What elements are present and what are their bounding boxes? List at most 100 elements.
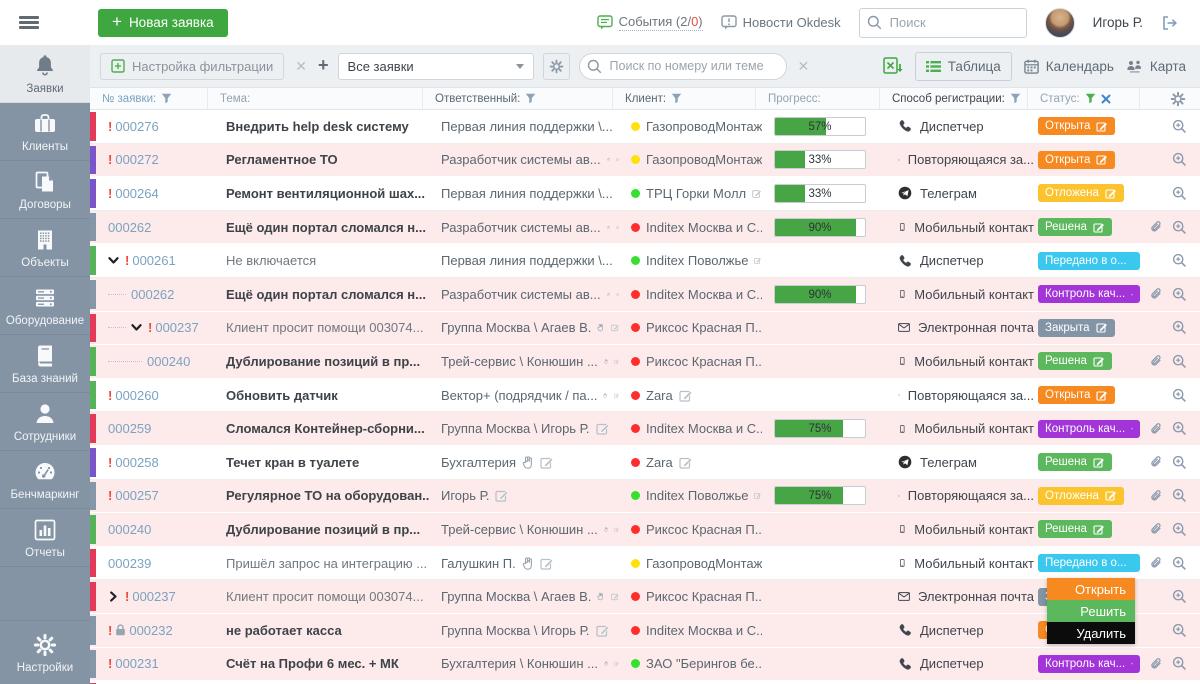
edit-icon[interactable] bbox=[1093, 356, 1105, 367]
edit-icon[interactable] bbox=[1096, 322, 1108, 333]
sidebar-item-2[interactable]: Клиенты bbox=[0, 103, 90, 161]
add-preset-icon[interactable]: + bbox=[318, 56, 329, 74]
quick-view-icon[interactable] bbox=[1172, 253, 1187, 268]
table-row[interactable]: 000259Сломался Контейнер-сборни...Группа… bbox=[90, 412, 1200, 446]
quick-view-icon[interactable] bbox=[1172, 421, 1187, 436]
quick-view-button[interactable] bbox=[1172, 522, 1187, 537]
status-badge[interactable]: Передано в о... bbox=[1038, 252, 1140, 270]
table-row[interactable]: !000258Течет кран в туалетеБухгалтерияZa… bbox=[90, 446, 1200, 480]
table-row[interactable]: !000276Внедрить help desk системуПервая … bbox=[90, 110, 1200, 144]
paperclip-icon[interactable] bbox=[1149, 489, 1163, 503]
table-settings-button[interactable] bbox=[1170, 91, 1200, 107]
filter-settings-button[interactable]: Настройка фильтрации bbox=[100, 53, 284, 80]
status-badge[interactable]: Контроль кач... bbox=[1038, 655, 1140, 673]
funnel-filter-icon[interactable] bbox=[161, 93, 172, 104]
paperclip-icon[interactable] bbox=[1149, 556, 1163, 570]
paperclip-icon[interactable] bbox=[1149, 220, 1163, 234]
quick-view-button[interactable] bbox=[1172, 556, 1187, 571]
clear-filter-icon[interactable] bbox=[1101, 94, 1111, 104]
context-menu-item[interactable]: Решить bbox=[1047, 600, 1135, 622]
logout-icon[interactable] bbox=[1161, 15, 1178, 31]
status-badge[interactable]: Закрыта bbox=[1038, 319, 1115, 337]
paperclip-icon[interactable] bbox=[1149, 287, 1163, 301]
user-avatar[interactable] bbox=[1045, 8, 1075, 38]
ticket-number-link[interactable]: 000237 bbox=[155, 320, 198, 335]
status-badge[interactable]: Передано в о... bbox=[1038, 554, 1140, 572]
sidebar-item-1[interactable]: Заявки bbox=[0, 45, 90, 103]
edit-icon[interactable] bbox=[611, 590, 619, 603]
edit-icon[interactable] bbox=[1096, 390, 1108, 401]
table-row[interactable]: !000260Обновить датчикВектор+ (подрядчик… bbox=[90, 379, 1200, 413]
ticket-number-link[interactable]: 000262 bbox=[131, 287, 174, 302]
status-badge[interactable]: Решена bbox=[1038, 218, 1112, 236]
attachment-indicator[interactable] bbox=[1149, 657, 1163, 671]
status-badge[interactable]: Открыта bbox=[1038, 151, 1115, 169]
edit-icon[interactable] bbox=[540, 557, 554, 570]
quick-view-icon[interactable] bbox=[1172, 522, 1187, 537]
quick-view-icon[interactable] bbox=[1172, 220, 1187, 235]
quick-view-button[interactable] bbox=[1172, 287, 1187, 302]
funnel-filter-icon[interactable] bbox=[671, 93, 682, 104]
sidebar-item-6[interactable]: База знаний bbox=[0, 335, 90, 393]
ticket-number-link[interactable]: 000240 bbox=[147, 354, 190, 369]
table-row[interactable]: 000262Ещё один портал сломался н...Разра… bbox=[90, 278, 1200, 312]
attachment-indicator[interactable] bbox=[1149, 522, 1163, 536]
expand-collapse-icon[interactable] bbox=[108, 591, 119, 602]
attachment-indicator[interactable] bbox=[1149, 354, 1163, 368]
quick-view-button[interactable] bbox=[1172, 220, 1187, 235]
quick-view-button[interactable] bbox=[1172, 623, 1187, 638]
quick-view-button[interactable] bbox=[1172, 253, 1187, 268]
status-badge[interactable]: Контроль кач... bbox=[1038, 285, 1140, 303]
edit-icon[interactable] bbox=[1096, 154, 1108, 165]
table-row[interactable]: !000237Клиент просит помощи 003074...Гру… bbox=[90, 580, 1200, 614]
edit-icon[interactable] bbox=[752, 187, 762, 200]
table-row[interactable]: !000257Регулярное ТО на оборудован...Иго… bbox=[90, 480, 1200, 514]
ticket-number-link[interactable]: 000258 bbox=[115, 455, 158, 470]
quick-view-icon[interactable] bbox=[1172, 455, 1187, 470]
quick-view-icon[interactable] bbox=[1172, 354, 1187, 369]
table-row[interactable]: 000262Ещё один портал сломался н...Разра… bbox=[90, 211, 1200, 245]
quick-view-icon[interactable] bbox=[1172, 589, 1187, 604]
status-badge[interactable]: Контроль кач... bbox=[1038, 420, 1140, 438]
edit-icon[interactable] bbox=[1096, 121, 1108, 132]
ticket-number-link[interactable]: 000240 bbox=[108, 522, 151, 537]
user-name[interactable]: Игорь Р. bbox=[1093, 15, 1143, 30]
events-link[interactable]: События (2/0) bbox=[597, 14, 703, 31]
excel-export-icon[interactable] bbox=[883, 57, 903, 75]
table-row[interactable]: !000237Клиент просит помощи 003074...Гру… bbox=[90, 312, 1200, 346]
quick-view-icon[interactable] bbox=[1172, 556, 1187, 571]
ticket-number-link[interactable]: 000261 bbox=[132, 253, 175, 268]
edit-icon[interactable] bbox=[754, 254, 762, 267]
table-row[interactable]: !000261Не включаетсяПервая линия поддерж… bbox=[90, 244, 1200, 278]
ticket-search-input[interactable] bbox=[579, 53, 787, 80]
edit-icon[interactable] bbox=[1131, 658, 1133, 669]
attachment-indicator[interactable] bbox=[1149, 455, 1163, 469]
quick-view-icon[interactable] bbox=[1172, 656, 1187, 671]
table-row[interactable]: 000240Дублирование позиций в пр...Трей-с… bbox=[90, 513, 1200, 547]
ticket-number-link[interactable]: 000257 bbox=[115, 488, 158, 503]
quick-view-icon[interactable] bbox=[1172, 320, 1187, 335]
quick-view-icon[interactable] bbox=[1172, 388, 1187, 403]
edit-icon[interactable] bbox=[1093, 457, 1105, 468]
paperclip-icon[interactable] bbox=[1149, 657, 1163, 671]
quick-view-icon[interactable] bbox=[1172, 119, 1187, 134]
paperclip-icon[interactable] bbox=[1149, 354, 1163, 368]
ticket-number-link[interactable]: 000276 bbox=[115, 119, 158, 134]
ticket-number-link[interactable]: 000262 bbox=[108, 220, 151, 235]
edit-icon[interactable] bbox=[596, 624, 610, 637]
context-menu-item[interactable]: Удалить bbox=[1047, 622, 1135, 644]
attachment-indicator[interactable] bbox=[1149, 422, 1163, 436]
edit-icon[interactable] bbox=[679, 456, 693, 469]
quick-view-icon[interactable] bbox=[1172, 152, 1187, 167]
sidebar-item-7[interactable]: Сотрудники bbox=[0, 393, 90, 451]
ticket-number-link[interactable]: 000259 bbox=[108, 421, 151, 436]
quick-view-button[interactable] bbox=[1172, 388, 1187, 403]
quick-view-button[interactable] bbox=[1172, 488, 1187, 503]
sidebar-item-3[interactable]: Договоры bbox=[0, 161, 90, 219]
status-badge[interactable]: Отложена bbox=[1038, 487, 1124, 505]
paperclip-icon[interactable] bbox=[1149, 455, 1163, 469]
attachment-indicator[interactable] bbox=[1149, 287, 1163, 301]
funnel-filter-icon[interactable] bbox=[525, 93, 536, 104]
clear-search-icon[interactable]: ✕ bbox=[796, 58, 812, 75]
quick-view-button[interactable] bbox=[1172, 589, 1187, 604]
